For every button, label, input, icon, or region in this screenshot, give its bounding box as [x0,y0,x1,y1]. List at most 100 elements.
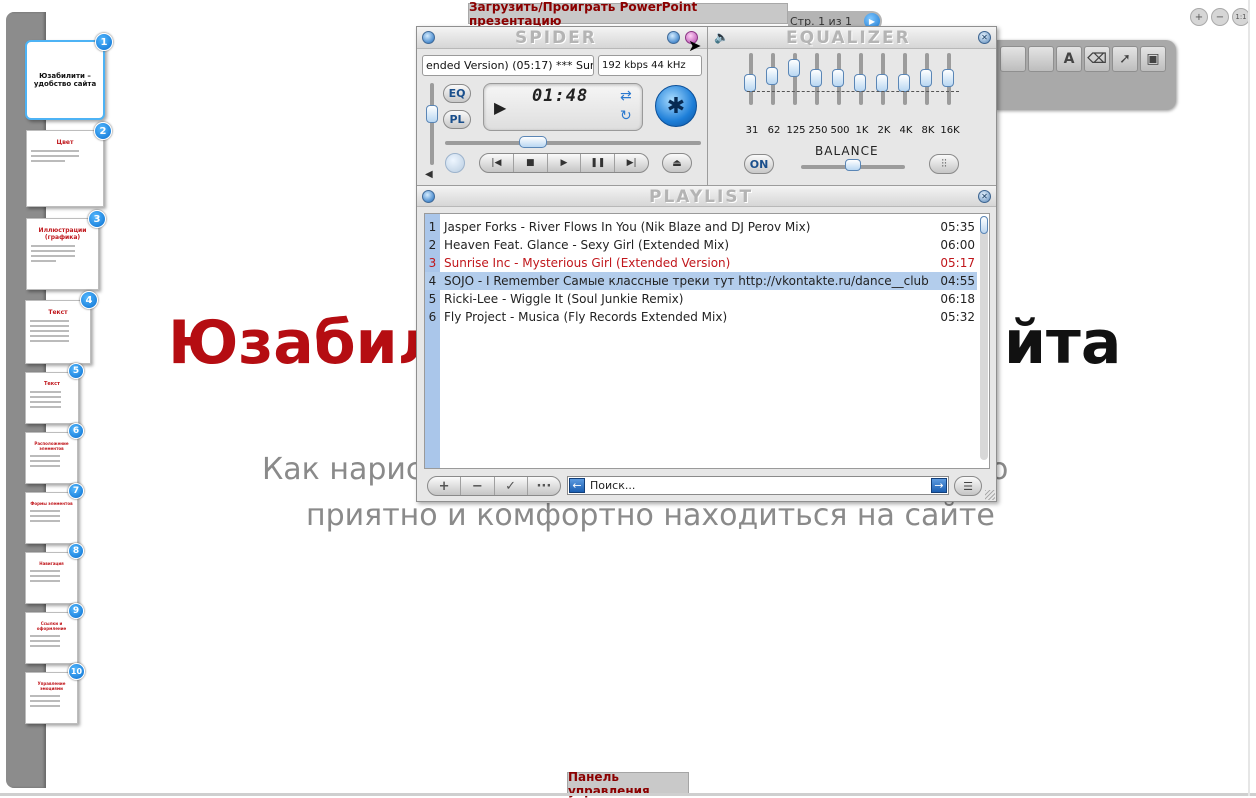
time-display: 01:48 [532,86,589,106]
scrollbar-thumb[interactable] [980,216,988,234]
more-icon[interactable]: ··· [528,477,560,495]
play-icon[interactable]: ▶ [548,154,582,172]
balance-knob[interactable] [845,159,861,171]
playlist-menu-icon[interactable] [422,190,435,203]
thumbnail-number: 10 [68,663,85,680]
thumbnail-number: 5 [68,363,84,379]
bitrate-display: 192 kbps 44 kHz [598,55,702,76]
eq-slider-knob[interactable] [942,69,954,88]
eq-slider-knob[interactable] [810,69,822,88]
playlist-row[interactable]: 5 Ricki-Lee - Wiggle It (Soul Junkie Remi… [425,290,977,308]
playlist-row[interactable]: 4 SOJO - I Remember Самые классные треки … [425,272,977,290]
remove-track-icon[interactable]: − [461,477,495,495]
volume-slider[interactable] [426,83,438,165]
thumbnail-number: 7 [68,483,84,499]
screen-icon[interactable]: ▣ [1140,46,1166,72]
balance-slider[interactable] [801,159,905,171]
slide-thumbnail-2[interactable]: Цвет [26,130,104,207]
search-back-icon[interactable]: ← [569,478,585,493]
thumbnail-title: Формы элементов [30,501,73,506]
shape-tool-icon[interactable] [1028,46,1054,72]
eq-slider-knob[interactable] [788,58,800,77]
eq-slider-knob[interactable] [744,74,756,93]
eq-toggle-button[interactable]: EQ [443,84,471,103]
slide-thumbnail-7[interactable]: Формы элементов [25,492,78,544]
zoom-out-icon[interactable]: − [1211,8,1229,26]
playlist-row[interactable]: 1 Jasper Forks - River Flows In You (Nik … [425,218,977,236]
playlist-row[interactable]: 3 Sunrise Inc - Mysterious Girl (Extended… [425,254,977,272]
eq-presets-icon[interactable]: ⫶⫶ [929,154,959,174]
eject-icon[interactable]: ⏏ [662,153,692,173]
repeat-icon[interactable]: ↻ [620,108,632,124]
next-icon[interactable]: ▶| [615,154,648,172]
slide-thumbnail-4[interactable]: Текст [25,300,91,364]
slide-thumbnail-8[interactable]: Навигация [25,552,78,604]
play-state-icon: ▶ [494,98,507,117]
slide-title: Юзабил [168,308,442,378]
slide-thumbnail-1[interactable]: Юзабилити – удобство сайта [25,40,105,120]
eq-slider-knob[interactable] [920,69,932,88]
eq-band-label: 16K [940,125,960,136]
thumbnail-title: Иллюстрации (графика) [38,227,87,241]
playlist-row[interactable]: 2 Heaven Feat. Glance - Sexy Girl (Extend… [425,236,977,254]
playlist-scrollbar[interactable] [980,216,988,460]
player-menu-icon[interactable] [422,31,435,44]
track-title: Heaven Feat. Glance - Sexy Girl (Extende… [444,238,729,252]
eraser-icon[interactable]: ⌫ [1084,46,1110,72]
eq-slider-knob[interactable] [832,69,844,88]
eq-slider-knob[interactable] [854,74,866,93]
track-number: 5 [428,292,437,306]
eq-dashed-line [747,91,959,92]
slide-thumbnail-3[interactable]: Иллюстрации (графика) [26,218,99,290]
thumbnail-title: Текст [48,309,68,316]
seek-knob[interactable] [519,136,547,148]
select-icon[interactable]: ✓ [495,477,528,495]
right-divider [1248,0,1250,796]
resize-grip[interactable] [985,490,995,500]
thumbnail-title: Навигация [39,561,64,566]
stop-icon[interactable]: ■ [514,154,548,172]
thumbnail-title: Цвет [56,139,74,146]
text-tool-icon[interactable]: A [1056,46,1082,72]
playlist-title-bar[interactable]: PLAYLIST ✕ [417,185,996,207]
load-presentation-tab[interactable]: Загрузить/Проиграть PowerPoint презентац… [468,0,788,28]
player-title: SPIDER [515,28,597,48]
slide-thumbnail-9[interactable]: Ссылки и оформление [25,612,78,664]
playlist-close-icon[interactable]: ✕ [978,190,991,203]
player-title-bar[interactable]: SPIDER [417,27,707,49]
pause-icon[interactable]: ❚❚ [581,154,616,172]
track-marquee: ended Version) (05:17) *** Sunrise [422,55,594,76]
eq-on-button[interactable]: ON [744,154,774,174]
track-duration: 04:55 [940,274,975,288]
playlist-menu-list-icon[interactable]: ☰ [954,476,982,496]
track-duration: 06:18 [940,292,975,306]
transport-controls: |◀ ■ ▶ ❚❚ ▶| [479,153,649,173]
track-duration: 05:32 [940,310,975,324]
eq-slider-knob[interactable] [898,74,910,93]
eq-slider-knob[interactable] [876,74,888,93]
pen-tool-icon[interactable] [1000,46,1026,72]
track-number: 2 [428,238,437,252]
search-go-icon[interactable]: → [931,478,947,493]
playlist-toggle-button[interactable]: PL [443,110,471,129]
seek-bar[interactable] [445,136,701,148]
thumbnail-number: 2 [94,122,112,140]
disabled-orb-icon [445,153,465,173]
previous-icon[interactable]: |◀ [480,154,514,172]
zoom-in-icon[interactable]: + [1190,8,1208,26]
zoom-tools: + − 1:1 [1190,8,1250,26]
spider-logo-icon[interactable]: ✱ [655,85,697,127]
pointer-icon[interactable]: ➚ [1112,46,1138,72]
playlist-row[interactable]: 6 Fly Project - Musica (Fly Records Exten… [425,308,977,326]
slide-subtitle-line1: Как нарис [262,452,423,487]
slide-thumbnail-6[interactable]: Расположение элементов [25,432,78,484]
minimize-icon[interactable] [667,31,680,44]
slide-thumbnail-5[interactable]: Текст [25,372,79,424]
volume-knob[interactable] [426,105,438,123]
track-title: SOJO - I Remember Самые классные треки т… [444,274,929,288]
eq-slider-knob[interactable] [766,66,778,85]
slide-thumbnail-10[interactable]: Управление эмоциями [25,672,78,724]
shuffle-icon[interactable]: ⇄ [620,88,632,104]
add-track-icon[interactable]: + [428,477,462,495]
search-input[interactable] [588,477,928,494]
